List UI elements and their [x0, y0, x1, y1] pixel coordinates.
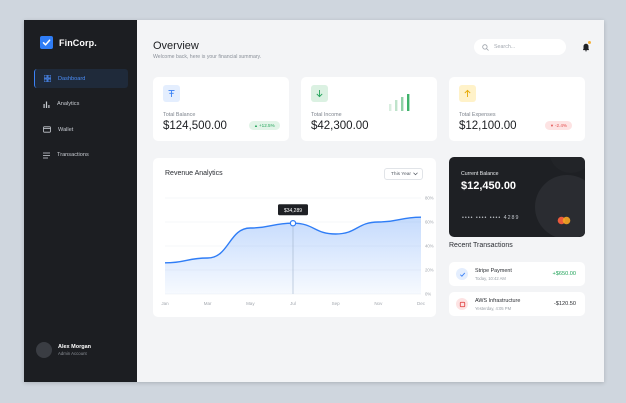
notification-dot: [588, 41, 591, 44]
card-label: Current Balance: [461, 171, 499, 177]
balance-card[interactable]: Current Balance $12,450.00 •••• •••• •••…: [449, 157, 585, 237]
x-tick-label: Jul: [290, 301, 296, 306]
card-number: •••• •••• •••• 4289: [462, 215, 520, 221]
revenue-chart[interactable]: 80% 60% 40% 20% 0% $34,289 Jan Mar May Jul Sep Nov D…: [153, 158, 436, 317]
page-title: Overview: [153, 40, 199, 52]
card-balance: $12,450.00: [461, 180, 517, 192]
x-tick-label: Nov: [374, 301, 383, 306]
transaction-row[interactable]: Stripe Payment Today, 10:42 AM +$650.00: [449, 262, 585, 286]
badge-value: -2.4%: [554, 123, 567, 128]
sidebar-item-dashboard[interactable]: Dashboard: [34, 69, 128, 88]
change-badge-negative: ▼ -2.4%: [545, 121, 572, 130]
stat-value: $42,300.00: [311, 120, 369, 132]
arrow-up-icon: ▲: [254, 123, 258, 128]
server-icon: [456, 298, 468, 310]
grid-icon: [44, 75, 51, 82]
x-tick-label: Jan: [161, 301, 169, 306]
sidebar-item-label: Transactions: [57, 152, 89, 158]
revenue-chart-card: Revenue Analytics This Year 80% 60% 40% 20%…: [153, 158, 436, 317]
stat-card-balance[interactable]: Total Balance $124,500.00 ▲ +12.5%: [153, 77, 289, 141]
sidebar-item-label: Wallet: [58, 126, 74, 133]
sidebar-item-label: Analytics: [57, 101, 80, 107]
transaction-time: Yesterday, 4:05 PM: [475, 306, 512, 311]
stat-card-income[interactable]: Total Income $42,300.00: [301, 77, 437, 141]
user-role: Admin Account: [58, 351, 87, 356]
y-tick-label: 80%: [425, 196, 434, 201]
transaction-amount: +$650.00: [552, 271, 577, 277]
stat-label: Total Income: [311, 112, 342, 118]
y-tick-label: 60%: [425, 220, 434, 225]
mini-bar-chart: [389, 94, 410, 111]
recent-transactions-title: Recent Transactions: [449, 242, 513, 249]
stat-value: $124,500.00: [163, 120, 227, 132]
brand-name: FinCorp.: [59, 37, 97, 48]
x-tick-label: May: [246, 301, 255, 306]
arrow-up-icon: [459, 85, 476, 102]
sidebar-nav: Dashboard Analytics Wallet Transactions: [34, 69, 128, 171]
x-tick-label: Mar: [204, 301, 212, 306]
tether-icon: [163, 85, 180, 102]
sidebar-item-transactions[interactable]: Transactions: [34, 146, 128, 165]
transaction-name: AWS Infrastructure: [475, 298, 521, 304]
sidebar-item-label: Dashboard: [58, 75, 86, 82]
logo-check-icon: [40, 36, 53, 49]
stat-card-expenses[interactable]: Total Expenses $12,100.00 ▼ -2.4%: [449, 77, 585, 141]
bar-chart-icon: [43, 101, 50, 108]
sidebar-item-analytics[interactable]: Analytics: [34, 95, 128, 114]
search-box[interactable]: Search...: [474, 39, 566, 55]
arrow-down-icon: [311, 85, 328, 102]
avatar: [36, 342, 52, 358]
user-profile[interactable]: Alex Morgan Admin Account: [36, 342, 91, 358]
wallet-icon: [43, 126, 51, 133]
transaction-row[interactable]: AWS Infrastructure Yesterday, 4:05 PM -$…: [449, 292, 585, 316]
list-icon: [43, 152, 50, 158]
x-tick-label: Dec: [417, 301, 426, 306]
stat-value: $12,100.00: [459, 120, 517, 132]
transaction-time: Today, 10:42 AM: [475, 276, 506, 281]
search-icon: [482, 43, 489, 51]
change-badge-positive: ▲ +12.5%: [249, 121, 280, 130]
sidebar: FinCorp. Dashboard Analytics Wallet Tran…: [24, 20, 137, 382]
tooltip-value: $34,289: [284, 208, 302, 214]
user-name: Alex Morgan: [58, 344, 92, 350]
badge-value: +12.5%: [258, 123, 275, 128]
arrow-down-icon: ▼: [550, 123, 554, 128]
x-tick-label: Sep: [332, 301, 341, 306]
y-tick-label: 40%: [425, 244, 434, 249]
brand[interactable]: FinCorp.: [40, 36, 97, 49]
highlight-point: [289, 219, 297, 227]
y-tick-label: 0%: [425, 292, 431, 297]
stat-label: Total Expenses: [459, 112, 496, 118]
page-subtitle: Welcome back, here is your financial sum…: [153, 54, 262, 60]
stat-label: Total Balance: [163, 112, 196, 118]
check-icon: [456, 268, 468, 280]
mastercard-icon: [557, 216, 571, 225]
sidebar-item-wallet[interactable]: Wallet: [34, 120, 128, 139]
app-window: FinCorp. Dashboard Analytics Wallet Tran…: [24, 20, 604, 382]
card-decoration: [535, 157, 585, 237]
transaction-name: Stripe Payment: [475, 268, 512, 274]
y-tick-label: 20%: [425, 268, 434, 273]
transaction-amount: -$120.50: [553, 301, 576, 307]
search-input[interactable]: Search...: [494, 44, 515, 50]
